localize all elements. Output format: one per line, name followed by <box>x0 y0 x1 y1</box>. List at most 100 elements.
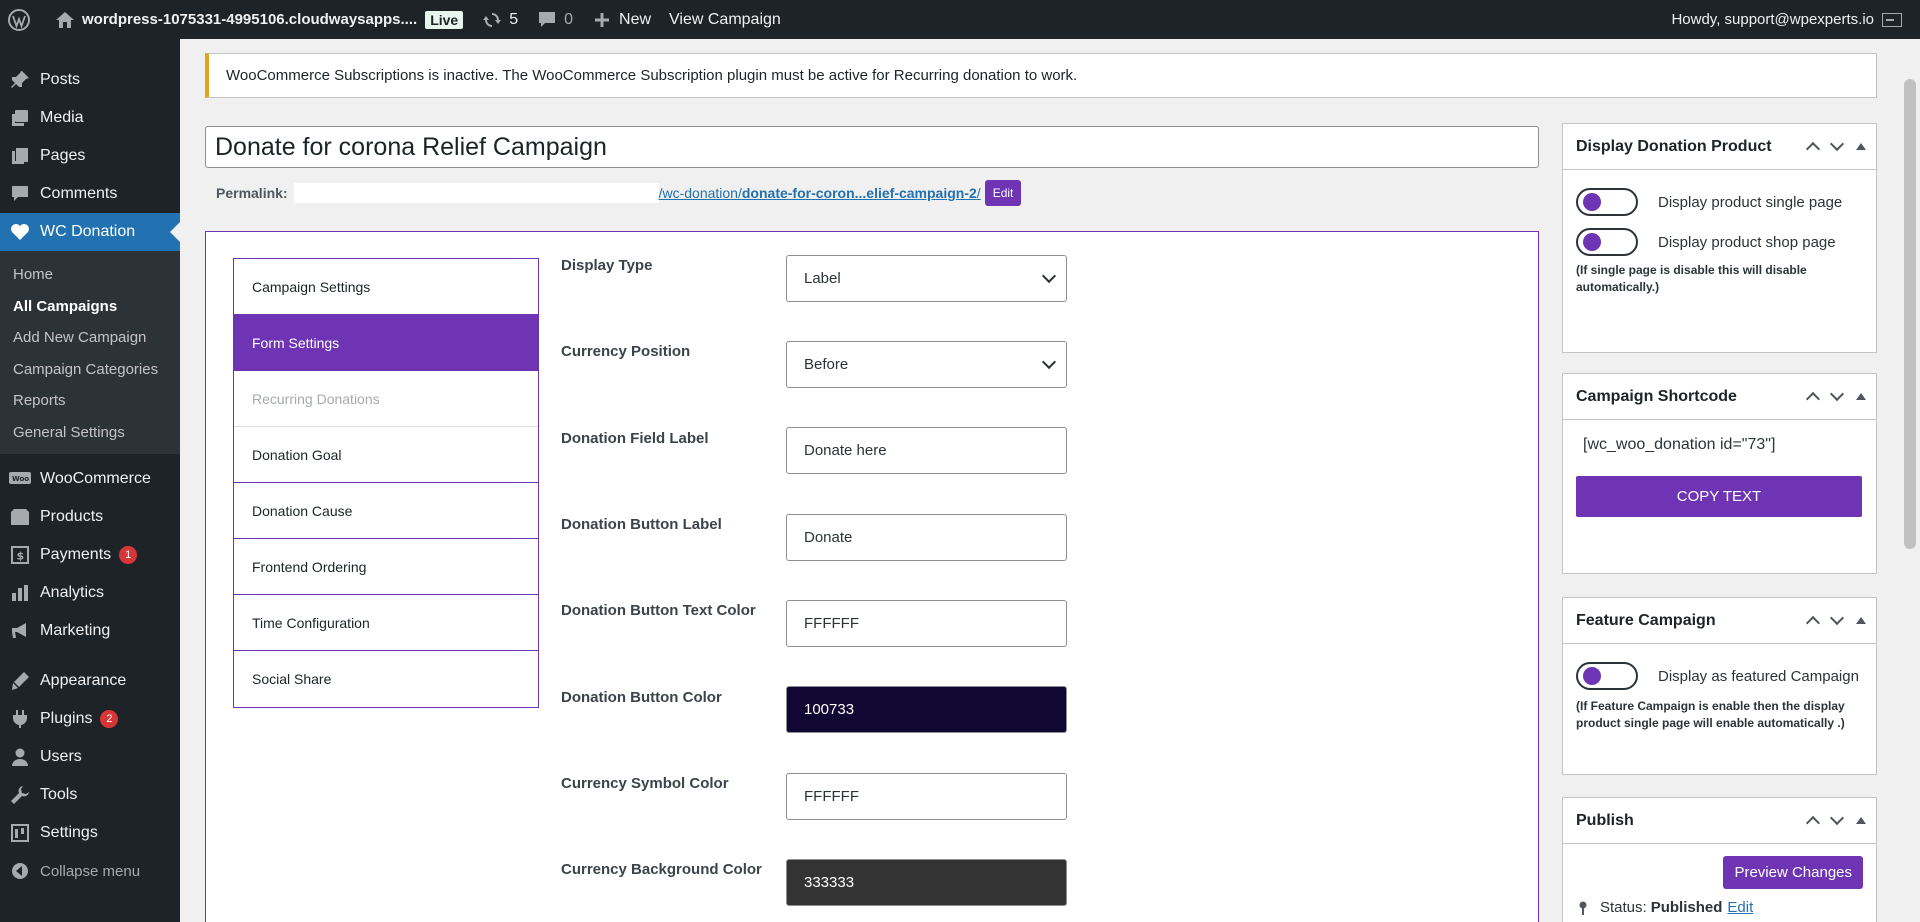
featured-toggle[interactable] <box>1576 662 1638 690</box>
site-name-link[interactable]: wordpress-1075331-4995106.cloudwaysapps.… <box>45 0 472 39</box>
updates-link[interactable]: 5 <box>472 0 527 39</box>
menu-woocommerce[interactable]: Woo WooCommerce <box>0 460 180 498</box>
menu-pages[interactable]: Pages <box>0 137 180 175</box>
collapse-toggle-icon[interactable] <box>1856 617 1866 624</box>
plugins-icon <box>8 707 32 731</box>
menu-plugins[interactable]: Plugins 2 <box>0 700 180 738</box>
menu-media[interactable]: Media <box>0 99 180 137</box>
tab-donation-cause[interactable]: Donation Cause <box>234 483 538 539</box>
woo-icon: Woo <box>8 467 32 491</box>
analytics-icon <box>8 581 32 605</box>
menu-products[interactable]: Products <box>0 498 180 536</box>
single-page-toggle-label: Display product single page <box>1658 193 1843 211</box>
collapse-menu-button[interactable]: Collapse menu <box>0 852 180 890</box>
collapse-toggle-icon[interactable] <box>1856 143 1866 150</box>
menu-label: Plugins <box>40 710 93 727</box>
currency-position-select[interactable]: Before <box>786 341 1067 388</box>
permalink-link[interactable]: /wc-donation/donate-for-coron...elief-ca… <box>659 185 981 201</box>
move-down-icon[interactable] <box>1829 810 1845 826</box>
tools-icon <box>8 783 32 807</box>
notice-text: WooCommerce Subscriptions is inactive. T… <box>226 67 1078 84</box>
menu-payments[interactable]: $ Payments 1 <box>0 536 180 574</box>
menu-tools[interactable]: Tools <box>0 776 180 814</box>
move-up-icon[interactable] <box>1805 141 1821 157</box>
settings-icon <box>8 821 32 845</box>
menu-label: Appearance <box>40 672 127 689</box>
view-campaign-label: View Campaign <box>669 10 781 28</box>
donation-field-label-input[interactable]: Donate here <box>786 427 1067 474</box>
heart-icon <box>8 220 32 244</box>
menu-label: Payments <box>40 546 112 563</box>
menu-posts[interactable]: Posts <box>0 61 180 99</box>
status-label: Status: <box>1600 899 1647 916</box>
menu-users[interactable]: Users <box>0 738 180 776</box>
collapse-toggle-icon[interactable] <box>1856 817 1866 824</box>
collapse-toggle-icon[interactable] <box>1856 393 1866 400</box>
copy-text-button[interactable]: COPY TEXT <box>1576 476 1862 517</box>
feature-campaign-box: Feature Campaign Display as featured Cam… <box>1562 597 1877 775</box>
menu-appearance[interactable]: Appearance <box>0 662 180 700</box>
single-page-toggle[interactable] <box>1576 188 1638 216</box>
updates-icon <box>481 9 503 31</box>
menu-label: Settings <box>40 824 98 841</box>
menu-label: Users <box>40 748 82 765</box>
move-up-icon[interactable] <box>1805 391 1821 407</box>
menu-wc-donation[interactable]: WC Donation <box>0 213 180 251</box>
currency-position-value: Before <box>804 356 849 373</box>
scrollbar-thumb[interactable] <box>1904 79 1916 549</box>
donation-field-label-label: Donation Field Label <box>561 430 709 447</box>
submenu-general-settings[interactable]: General Settings <box>0 417 180 449</box>
comments-link[interactable]: 0 <box>527 0 582 39</box>
box-title: Publish <box>1576 811 1634 829</box>
tab-time-configuration[interactable]: Time Configuration <box>234 595 538 651</box>
tab-social-share[interactable]: Social Share <box>234 651 538 707</box>
move-down-icon[interactable] <box>1829 136 1845 152</box>
move-down-icon[interactable] <box>1829 610 1845 626</box>
tab-donation-goal[interactable]: Donation Goal <box>234 427 538 483</box>
tab-campaign-settings[interactable]: Campaign Settings <box>234 259 538 315</box>
comment-bubble-icon <box>536 9 558 31</box>
new-content-link[interactable]: New <box>582 0 660 39</box>
shop-page-toggle[interactable] <box>1576 228 1638 256</box>
tab-form-settings[interactable]: Form Settings <box>234 315 538 371</box>
plus-icon <box>591 9 613 31</box>
menu-settings[interactable]: Settings <box>0 814 180 852</box>
updates-count: 5 <box>509 10 519 28</box>
donation-button-label-input[interactable]: Donate <box>786 514 1067 561</box>
display-type-select[interactable]: Label <box>786 255 1067 302</box>
status-edit-link[interactable]: Edit <box>1727 899 1753 916</box>
menu-comments[interactable]: Comments <box>0 175 180 213</box>
comments-count: 0 <box>564 10 574 28</box>
currency-symbol-color-input[interactable]: FFFFFF <box>786 773 1067 820</box>
menu-analytics[interactable]: Analytics <box>0 574 180 612</box>
permalink-edit-button[interactable]: Edit <box>984 180 1022 206</box>
submenu-all-campaigns[interactable]: All Campaigns <box>0 291 180 323</box>
currency-background-color-input[interactable]: 333333 <box>786 859 1067 906</box>
wp-logo-button[interactable] <box>0 0 45 39</box>
view-campaign-link[interactable]: View Campaign <box>660 0 790 39</box>
button-color-value: 100733 <box>804 701 855 718</box>
page-scrollbar[interactable] <box>1900 39 1920 922</box>
move-up-icon[interactable] <box>1805 615 1821 631</box>
pin-icon <box>1579 901 1587 915</box>
submenu-add-new-campaign[interactable]: Add New Campaign <box>0 322 180 354</box>
my-account[interactable]: Howdy, support@wpexperts.io <box>1671 11 1920 28</box>
submenu-campaign-categories[interactable]: Campaign Categories <box>0 354 180 386</box>
post-title-input[interactable]: Donate for corona Relief Campaign <box>205 126 1539 168</box>
menu-marketing[interactable]: Marketing <box>0 612 180 650</box>
tab-recurring-donations[interactable]: Recurring Donations <box>234 371 538 427</box>
appearance-icon <box>8 669 32 693</box>
submenu-home[interactable]: Home <box>0 259 180 291</box>
donation-field-label-value: Donate here <box>804 442 887 459</box>
media-icon <box>8 106 32 130</box>
admin-bar: wordpress-1075331-4995106.cloudwaysapps.… <box>0 0 1920 39</box>
submenu-reports[interactable]: Reports <box>0 385 180 417</box>
tab-frontend-ordering[interactable]: Frontend Ordering <box>234 539 538 595</box>
button-text-color-input[interactable]: FFFFFF <box>786 600 1067 647</box>
preview-changes-button[interactable]: Preview Changes <box>1723 856 1863 889</box>
button-color-input[interactable]: 100733 <box>786 686 1067 733</box>
move-down-icon[interactable] <box>1829 386 1845 402</box>
featured-toggle-label: Display as featured Campaign <box>1658 667 1859 685</box>
payments-badge: 1 <box>119 546 138 564</box>
move-up-icon[interactable] <box>1805 815 1821 831</box>
